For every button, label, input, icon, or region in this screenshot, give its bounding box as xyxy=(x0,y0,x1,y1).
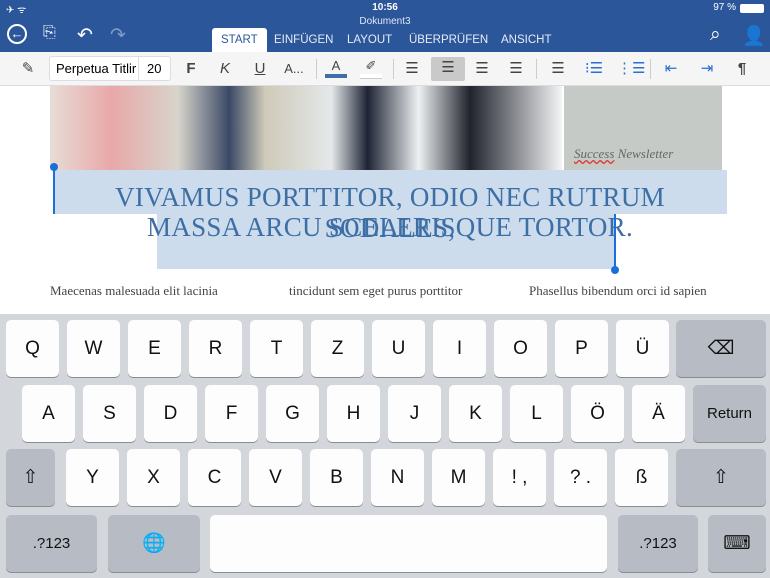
status-time: 10:56 xyxy=(372,2,398,13)
shift-right-key[interactable]: ⇧ xyxy=(676,449,766,506)
space-key[interactable] xyxy=(210,515,607,572)
align-right-icon[interactable]: ☰ xyxy=(470,58,494,80)
globe-key[interactable]: 🌐 xyxy=(108,515,200,572)
undo-icon[interactable]: ↶ xyxy=(77,24,93,47)
more-formatting-button[interactable]: A... xyxy=(281,58,307,80)
key-G[interactable]: G xyxy=(266,385,319,442)
key-X[interactable]: X xyxy=(127,449,180,506)
backspace-key[interactable]: ⌫ xyxy=(676,320,766,377)
column-text-2[interactable]: tincidunt sem eget purus porttitor xyxy=(289,283,462,299)
key-Ö[interactable]: Ö xyxy=(571,385,624,442)
underline-button[interactable]: U xyxy=(249,58,271,80)
justify-icon[interactable]: ☰ xyxy=(504,58,528,80)
increase-indent-icon[interactable]: ⇥ xyxy=(694,58,720,80)
battery-text: 97 % xyxy=(713,2,736,13)
highlight-icon[interactable]: ✐ xyxy=(360,58,382,78)
key-E[interactable]: E xyxy=(128,320,181,377)
tab-ueberpruefen[interactable]: ÜBERPRÜFEN xyxy=(400,28,497,52)
key-H[interactable]: H xyxy=(327,385,380,442)
pilcrow-button[interactable]: ¶ xyxy=(731,58,753,80)
font-size[interactable]: 20 xyxy=(147,57,161,80)
line-spacing-icon[interactable]: ☰ xyxy=(546,58,570,80)
key-C[interactable]: C xyxy=(188,449,241,506)
title-bar: ✈ ᯤ 10:56 97 % Dokument3 ← ⎘ ↶ ↷ START E… xyxy=(0,0,770,52)
key-Q[interactable]: Q xyxy=(6,320,59,377)
selection-end-cursor xyxy=(614,214,616,270)
key-Y[interactable]: Y xyxy=(66,449,119,506)
key-Ä[interactable]: Ä xyxy=(632,385,685,442)
bold-button[interactable]: F xyxy=(180,58,202,80)
tab-layout[interactable]: LAYOUT xyxy=(338,28,401,52)
key-U[interactable]: U xyxy=(372,320,425,377)
key-P[interactable]: P xyxy=(555,320,608,377)
selection-start-handle[interactable] xyxy=(50,163,58,171)
numbering-icon[interactable]: ⋮☰ xyxy=(617,58,645,80)
heading-line-2[interactable]: massa arcu scelerisque tortor. xyxy=(50,212,730,243)
key-B[interactable]: B xyxy=(310,449,363,506)
font-picker[interactable]: Perpetua Titlir 20 xyxy=(49,56,171,81)
key-T[interactable]: T xyxy=(250,320,303,377)
redo-icon: ↷ xyxy=(110,25,126,46)
hide-keyboard-key[interactable]: ⌨ xyxy=(708,515,766,572)
tab-einfuegen[interactable]: EINFÜGEN xyxy=(265,28,342,52)
key-N[interactable]: N xyxy=(371,449,424,506)
on-screen-keyboard: ⌫ Return ⇧ ⇧ .?123 🌐 .?123 ⌨ QWERTZUIOPÜ… xyxy=(0,314,770,578)
tab-ansicht[interactable]: ANSICHT xyxy=(492,28,560,52)
key-S[interactable]: S xyxy=(83,385,136,442)
key-J[interactable]: J xyxy=(388,385,441,442)
key-R[interactable]: R xyxy=(189,320,242,377)
shift-left-key[interactable]: ⇧ xyxy=(6,449,55,506)
battery-icon xyxy=(740,4,764,13)
align-left-icon[interactable]: ☰ xyxy=(400,58,424,80)
key-ß[interactable]: ß xyxy=(615,449,668,506)
document-canvas[interactable]: Success Newsletter Vivamus porttitor, od… xyxy=(0,86,770,314)
key-F[interactable]: F xyxy=(205,385,258,442)
bullets-icon[interactable]: ⁝☰ xyxy=(582,58,606,80)
tab-start[interactable]: START xyxy=(212,28,267,52)
return-key[interactable]: Return xyxy=(693,385,766,442)
key-W[interactable]: W xyxy=(67,320,120,377)
key-Ü[interactable]: Ü xyxy=(616,320,669,377)
key-A[interactable]: A xyxy=(22,385,75,442)
key-!,[interactable]: ! , xyxy=(493,449,546,506)
column-text-1[interactable]: Maecenas malesuada elit lacinia xyxy=(50,283,218,299)
search-icon[interactable]: ⌕ xyxy=(710,24,721,46)
italic-button[interactable]: K xyxy=(214,58,236,80)
align-center-icon[interactable]: ☰ xyxy=(431,57,465,81)
newsletter-label: Success Newsletter xyxy=(574,146,674,161)
ribbon: ✎ Perpetua Titlir 20 F K U A... A ✐ ☰ ☰ … xyxy=(0,52,770,86)
selection-start-cursor xyxy=(53,166,55,214)
key-O[interactable]: O xyxy=(494,320,547,377)
numbers-key-left[interactable]: .?123 xyxy=(6,515,97,572)
key-L[interactable]: L xyxy=(510,385,563,442)
font-name[interactable]: Perpetua Titlir xyxy=(56,57,136,80)
numbers-key-right[interactable]: .?123 xyxy=(618,515,698,572)
key-V[interactable]: V xyxy=(249,449,302,506)
format-painter-icon[interactable]: ✎ xyxy=(16,58,40,80)
file-icon[interactable]: ⎘ xyxy=(43,24,56,42)
key-I[interactable]: I xyxy=(433,320,486,377)
back-icon[interactable]: ← xyxy=(7,24,27,44)
key-D[interactable]: D xyxy=(144,385,197,442)
selection-end-handle[interactable] xyxy=(611,266,619,274)
key-?.[interactable]: ? . xyxy=(554,449,607,506)
share-person-icon[interactable]: 👤 xyxy=(742,24,766,48)
font-color-button[interactable]: A xyxy=(325,58,347,78)
column-text-3[interactable]: Phasellus bibendum orci id sapien xyxy=(529,283,707,299)
key-K[interactable]: K xyxy=(449,385,502,442)
decrease-indent-icon[interactable]: ⇤ xyxy=(658,58,684,80)
key-Z[interactable]: Z xyxy=(311,320,364,377)
key-M[interactable]: M xyxy=(432,449,485,506)
header-photo xyxy=(50,86,562,170)
